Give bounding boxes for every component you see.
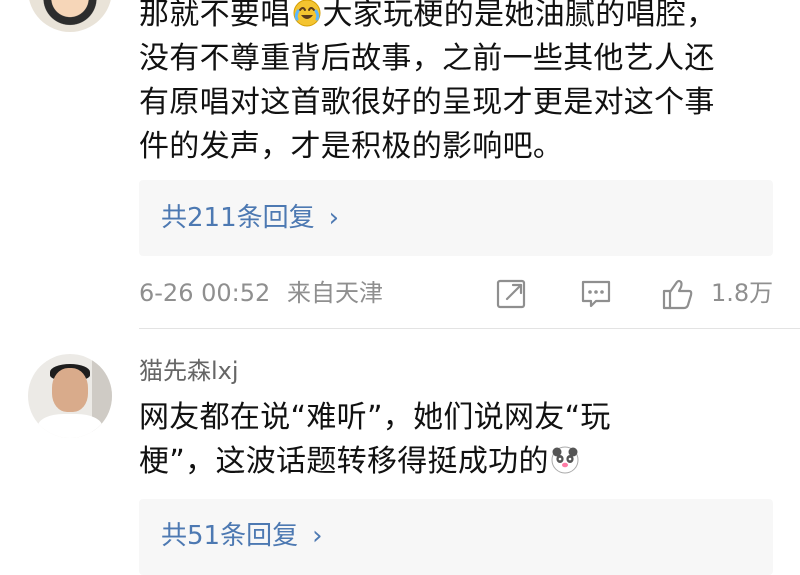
- username[interactable]: 猫先森lxj: [139, 354, 239, 388]
- reply-count-label: 共211条回复: [161, 203, 315, 233]
- avatar[interactable]: [28, 0, 112, 32]
- comment-line: 那就不要唱: [139, 0, 291, 32]
- avatar-face: [52, 368, 88, 412]
- chevron-right-icon: ›: [328, 203, 340, 233]
- comment-time: 6-26 00:52: [139, 279, 271, 307]
- avatar[interactable]: [28, 354, 112, 438]
- comment-line: 网友都在说“难听”，她们说网友“玩: [139, 400, 611, 435]
- avatar-shirt: [38, 414, 102, 438]
- comment-line: 大家玩梗的是她油腻的唱腔，: [322, 0, 717, 32]
- comment-line: 梗”，这波话题转移得挺成功的: [139, 444, 549, 479]
- divider: [139, 328, 800, 329]
- comment-location: 来自天津: [287, 279, 383, 307]
- reply-count-label: 共51条回复: [161, 521, 299, 551]
- comment-line: 有原唱对这首歌很好的呈现才更是对这个事: [139, 85, 715, 120]
- comment-line: 件的发声，才是积极的影响吧。: [139, 129, 564, 164]
- panda-emoji-icon: [551, 446, 579, 474]
- share-icon[interactable]: [494, 276, 530, 312]
- comment-line: 没有不尊重背后故事，之前一些其他艺人还: [139, 41, 715, 76]
- like-count: 1.8万: [711, 279, 774, 307]
- crying-laughing-emoji-icon: [293, 0, 320, 27]
- comment-text: 那就不要唱 大家玩梗的是她油腻的唱腔， 没有不尊重背后故事，之前一些其他艺人还 有原…: [139, 0, 779, 169]
- reply-thread-box[interactable]: 共51条回复 ›: [139, 499, 773, 575]
- comment-icon[interactable]: [578, 276, 614, 312]
- comment-text: 网友都在说“难听”，她们说网友“玩 梗”，这波话题转移得挺成功的: [139, 396, 759, 484]
- reply-count-link[interactable]: 共211条回复 ›: [161, 180, 339, 256]
- thumbs-up-icon[interactable]: [660, 276, 696, 312]
- reply-thread-box[interactable]: 共211条回复 ›: [139, 180, 773, 256]
